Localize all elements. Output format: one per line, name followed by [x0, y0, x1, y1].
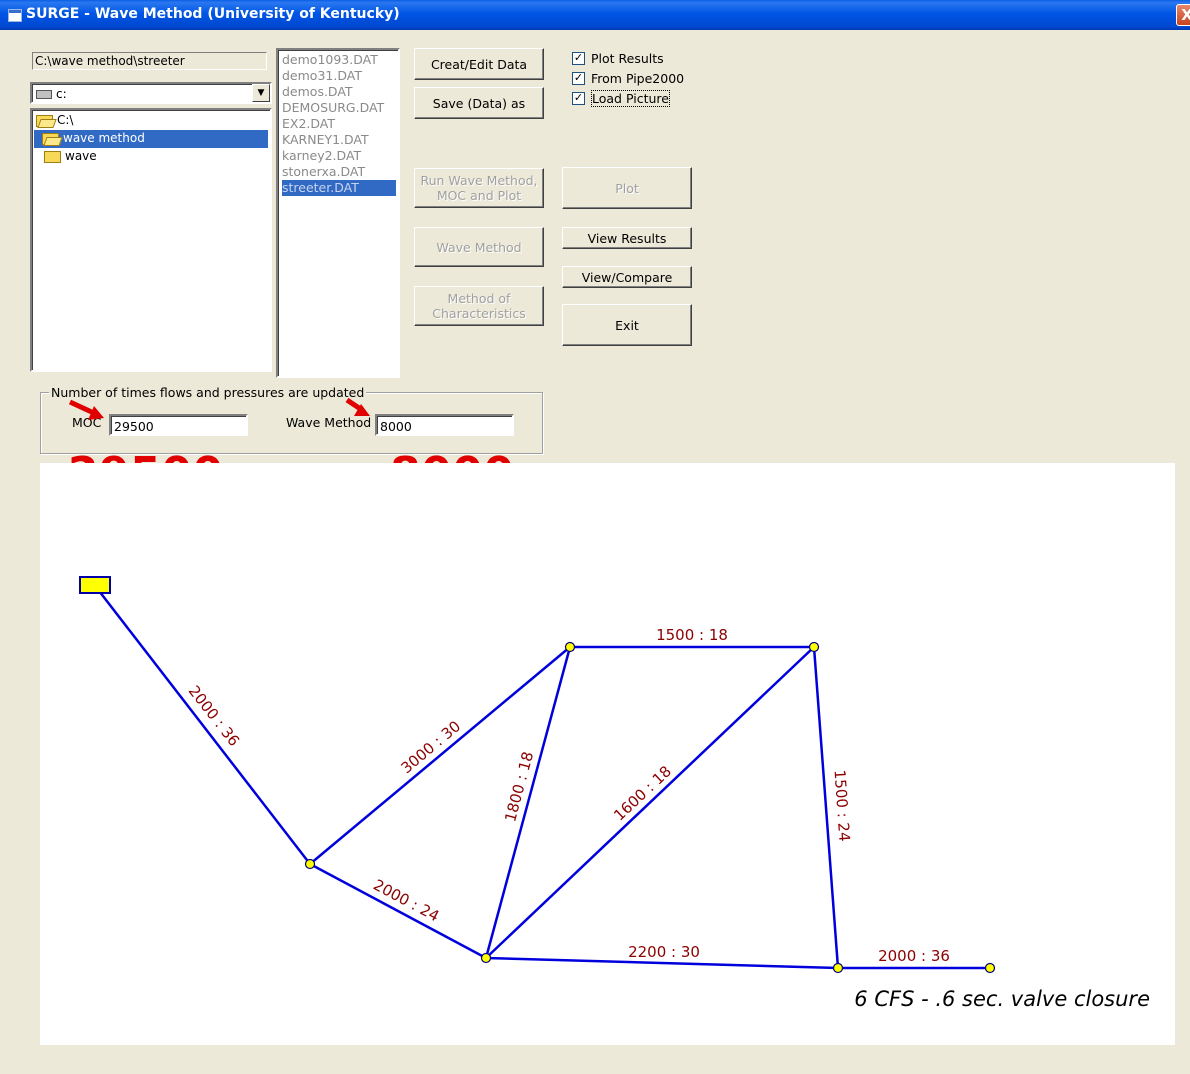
from-pipe2000-checkbox[interactable]: ✓ From Pipe2000	[572, 71, 684, 89]
plot-results-label: Plot Results	[591, 51, 664, 66]
pipe-label: 1600 : 18	[610, 762, 675, 824]
directory-item-selected[interactable]: wave method	[34, 130, 268, 148]
hard-drive-icon	[36, 90, 52, 99]
wave-method-input[interactable]: 8000	[375, 414, 514, 436]
directory-item[interactable]: wave	[34, 148, 268, 166]
load-picture-label: Load Picture	[591, 90, 670, 107]
directory-label: wave	[65, 149, 97, 163]
create-edit-data-label: Creat/Edit Data	[430, 56, 528, 72]
run-wave-label-line2: MOC and Plot	[436, 188, 522, 203]
title-bar: SURGE - Wave Method (University of Kentu…	[0, 0, 1190, 30]
junction-node-icon	[304, 858, 316, 870]
open-folder-icon	[36, 114, 53, 127]
junction-node-icon	[832, 962, 844, 974]
reservoir-icon	[79, 576, 111, 594]
exit-button[interactable]: Exit	[562, 304, 692, 346]
valve-node-icon	[984, 962, 996, 974]
close-button[interactable]: X	[1176, 4, 1190, 26]
file-item[interactable]: DEMOSURG.DAT	[282, 100, 396, 116]
moc-label-line1: Method of	[447, 291, 511, 306]
pipe-label: 1500 : 18	[656, 626, 728, 644]
plot-label: Plot	[615, 180, 639, 196]
pipe-label: 2000 : 24	[370, 876, 442, 926]
directory-label: wave method	[63, 131, 145, 145]
create-edit-data-button[interactable]: Creat/Edit Data	[414, 48, 544, 80]
moc-input[interactable]: 29500	[109, 414, 248, 436]
updates-frame-title: Number of times flows and pressures are …	[49, 385, 367, 400]
folder-icon	[44, 150, 61, 163]
from-pipe2000-label: From Pipe2000	[591, 71, 685, 86]
view-results-label: View Results	[587, 230, 667, 246]
plot-results-checkbox[interactable]: ✓ Plot Results	[572, 51, 664, 69]
pipe-line	[95, 586, 311, 865]
app-icon	[8, 9, 22, 22]
file-item[interactable]: demo1093.DAT	[282, 52, 396, 68]
drive-select[interactable]: c: ▼	[30, 82, 272, 104]
wave-method-label-field: Wave Method	[286, 415, 372, 430]
save-data-as-label: Save (Data) as	[432, 95, 526, 111]
moc-label: MOC	[72, 415, 102, 430]
view-compare-button[interactable]: View/Compare	[562, 266, 692, 288]
load-picture-checkbox[interactable]: ✓ Load Picture	[572, 90, 670, 109]
method-of-characteristics-button[interactable]: Method of Characteristics	[414, 286, 544, 326]
checkbox-check-icon: ✓	[572, 91, 585, 105]
file-item[interactable]: demo31.DAT	[282, 68, 396, 84]
checkbox-check-icon: ✓	[572, 71, 585, 85]
pipe-label: 2200 : 30	[628, 943, 700, 961]
run-wave-label-line1: Run Wave Method,	[420, 173, 538, 188]
view-compare-label: View/Compare	[581, 269, 673, 285]
file-item[interactable]: EX2.DAT	[282, 116, 396, 132]
wave-method-label: Wave Method	[436, 239, 522, 255]
file-item[interactable]: KARNEY1.DAT	[282, 132, 396, 148]
directory-list[interactable]: C:\ wave method wave	[30, 108, 272, 372]
file-item[interactable]: stonerxa.DAT	[282, 164, 396, 180]
plot-button[interactable]: Plot	[562, 167, 692, 209]
pipe-label: 1500 : 24	[831, 769, 854, 842]
open-folder-icon	[42, 132, 59, 145]
view-results-button[interactable]: View Results	[562, 227, 692, 249]
directory-label: C:\	[57, 113, 74, 127]
pipe-line	[485, 646, 815, 959]
moc-label-line2: Characteristics	[432, 306, 526, 321]
network-picture: 2000 : 36 3000 : 30 1500 : 18 1800 : 18 …	[40, 463, 1175, 1045]
junction-node-icon	[808, 641, 820, 653]
pipe-line	[484, 646, 572, 959]
file-item[interactable]: karney2.DAT	[282, 148, 396, 164]
chevron-down-icon[interactable]: ▼	[252, 84, 270, 102]
network-caption: 6 CFS - .6 sec. valve closure	[854, 987, 1150, 1011]
current-path-label: C:\wave method\streeter	[32, 52, 267, 70]
window-title: SURGE - Wave Method (University of Kentu…	[26, 6, 400, 22]
exit-label: Exit	[615, 317, 639, 333]
pipe-label: 3000 : 30	[397, 717, 464, 777]
save-data-as-button[interactable]: Save (Data) as	[414, 87, 544, 119]
file-list[interactable]: demo1093.DAT demo31.DAT demos.DAT DEMOSU…	[276, 48, 400, 378]
file-item[interactable]: demos.DAT	[282, 84, 396, 100]
pipe-line	[309, 862, 487, 960]
junction-node-icon	[480, 952, 492, 964]
pipe-network-diagram: 2000 : 36 3000 : 30 1500 : 18 1800 : 18 …	[79, 576, 1150, 1011]
wave-method-button[interactable]: Wave Method	[414, 227, 544, 267]
drive-value: c:	[56, 87, 67, 101]
checkbox-check-icon: ✓	[572, 51, 585, 65]
file-item-selected[interactable]: streeter.DAT	[282, 180, 396, 196]
directory-item[interactable]: C:\	[34, 112, 268, 130]
junction-node-icon	[564, 641, 576, 653]
pipe-label: 2000 : 36	[878, 947, 950, 965]
run-wave-moc-plot-button[interactable]: Run Wave Method, MOC and Plot	[414, 168, 544, 208]
